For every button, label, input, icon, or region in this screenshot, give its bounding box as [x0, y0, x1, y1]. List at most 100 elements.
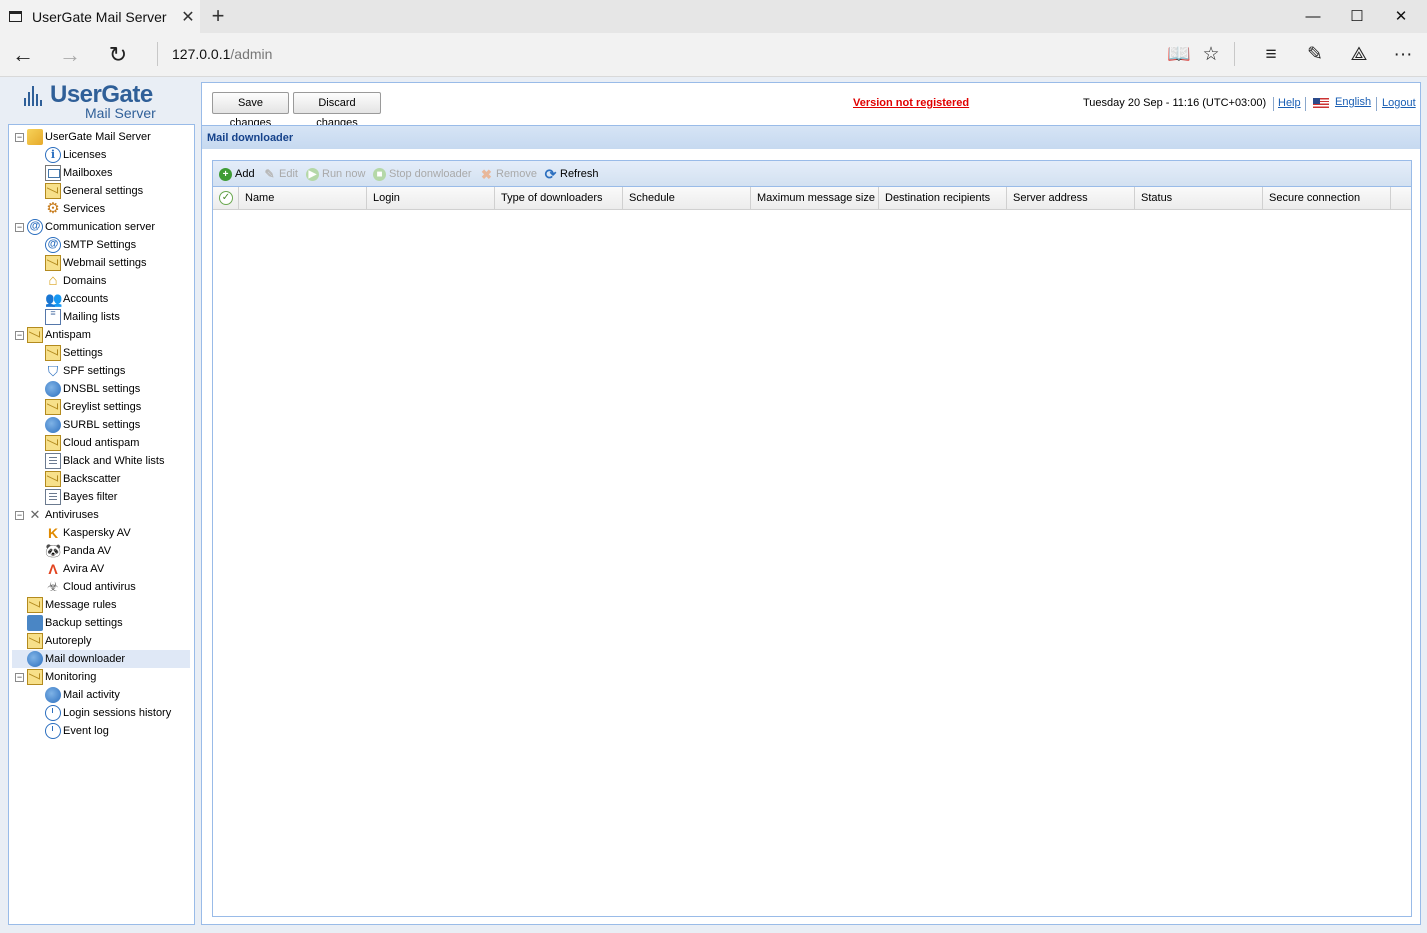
- hub-icon[interactable]: ≡: [1251, 33, 1291, 76]
- biohazard-icon: ☣: [47, 579, 59, 594]
- tree-item-mail-activity[interactable]: Mail activity: [45, 686, 120, 704]
- version-not-registered-link[interactable]: Version not registered: [853, 97, 969, 109]
- stop-downloader-button[interactable]: ■ Stop donwloader: [373, 165, 472, 183]
- close-tab-icon[interactable]: ✕: [176, 7, 200, 27]
- tree-item-mail-downloader[interactable]: Mail downloader: [12, 650, 190, 668]
- logo-subtitle: Mail Server: [85, 105, 156, 121]
- save-changes-button[interactable]: Save changes: [212, 92, 289, 129]
- column-header[interactable]: Maximum message size: [751, 187, 879, 209]
- grid-toolbar: + Add ✎ Edit ▶ Run now ■ Stop donwloader…: [213, 161, 1411, 187]
- navigation-tree: − UserGate Mail Server i Licenses Mailboxes G…: [8, 124, 195, 925]
- expand-toggle-icon[interactable]: −: [15, 330, 24, 340]
- tree-item-usergate-mail-server[interactable]: − UserGate Mail Server: [15, 128, 151, 146]
- tree-item-services[interactable]: ⚙ Services: [45, 200, 105, 218]
- select-all-checkbox[interactable]: ✓: [219, 191, 233, 205]
- list-icon: ≡: [45, 309, 61, 325]
- expand-toggle-icon[interactable]: −: [15, 132, 24, 142]
- tree-item-settings[interactable]: Settings: [45, 344, 103, 362]
- panel-title: Mail downloader: [207, 132, 294, 144]
- envelope-icon: [45, 399, 61, 415]
- divider: [1376, 97, 1377, 111]
- tree-item-autoreply[interactable]: Autoreply: [15, 632, 91, 650]
- tree-item-mailing-lists[interactable]: ≡ Mailing lists: [45, 308, 120, 326]
- run-now-button[interactable]: ▶ Run now: [306, 165, 365, 183]
- tree-item-backscatter[interactable]: Backscatter: [45, 470, 120, 488]
- tree-item-label: Monitoring: [45, 671, 97, 683]
- share-icon[interactable]: ⟁: [1339, 33, 1379, 76]
- remove-label: Remove: [496, 168, 537, 180]
- column-header[interactable]: Schedule: [623, 187, 751, 209]
- add-button[interactable]: + Add: [219, 165, 255, 183]
- more-icon[interactable]: ···: [1383, 33, 1423, 76]
- play-icon: ▶: [306, 167, 319, 181]
- favorite-star-icon[interactable]: ☆: [1191, 33, 1231, 76]
- column-header[interactable]: Secure connection: [1263, 187, 1391, 209]
- refresh-grid-button[interactable]: ⟳ Refresh: [544, 165, 599, 183]
- language-link[interactable]: English: [1335, 96, 1371, 108]
- tree-item-backup-settings[interactable]: Backup settings: [15, 614, 123, 632]
- tree-item-avira-av[interactable]: Λ Avira AV: [45, 560, 104, 578]
- expand-toggle-icon[interactable]: −: [15, 222, 24, 232]
- back-button[interactable]: ←: [0, 33, 46, 76]
- tree-item-cloud-antivirus[interactable]: ☣ Cloud antivirus: [45, 578, 136, 596]
- tree-item-message-rules[interactable]: Message rules: [15, 596, 117, 614]
- tree-item-label: Mailboxes: [63, 167, 113, 179]
- column-header[interactable]: Status: [1135, 187, 1263, 209]
- avira-icon: Λ: [48, 561, 58, 577]
- envelope-icon: [45, 435, 61, 451]
- remove-x-icon: ✖: [481, 166, 492, 182]
- help-link[interactable]: Help: [1278, 97, 1301, 109]
- expand-toggle-icon[interactable]: −: [15, 510, 24, 520]
- refresh-button[interactable]: ↻: [95, 33, 141, 76]
- web-note-icon[interactable]: ✎: [1295, 33, 1335, 76]
- run-now-label: Run now: [322, 168, 366, 180]
- tree-item-panda-av[interactable]: 🐼 Panda AV: [45, 542, 111, 560]
- tree-item-communication-server[interactable]: − @ Communication server: [15, 218, 155, 236]
- forward-button[interactable]: →: [47, 33, 93, 76]
- expand-toggle-icon[interactable]: −: [15, 672, 24, 682]
- tree-item-greylist-settings[interactable]: Greylist settings: [45, 398, 141, 416]
- discard-changes-button[interactable]: Discard changes: [293, 92, 381, 129]
- tree-item-login-sessions-history[interactable]: Login sessions history: [45, 704, 171, 722]
- column-header[interactable]: Destination recipients: [879, 187, 1007, 209]
- remove-button[interactable]: ✖ Remove: [480, 165, 537, 183]
- column-header[interactable]: Server address: [1007, 187, 1135, 209]
- tree-item-mailboxes[interactable]: Mailboxes: [45, 164, 113, 182]
- tree-item-bayes-filter[interactable]: Bayes filter: [45, 488, 117, 506]
- tree-item-black-and-white-lists[interactable]: Black and White lists: [45, 452, 164, 470]
- tree-item-webmail-settings[interactable]: Webmail settings: [45, 254, 147, 272]
- tree-item-label: Webmail settings: [63, 257, 147, 269]
- new-tab-button[interactable]: +: [205, 2, 231, 30]
- tree-item-kaspersky-av[interactable]: K Kaspersky AV: [45, 524, 131, 542]
- tree-item-cloud-antispam[interactable]: Cloud antispam: [45, 434, 139, 452]
- tree-item-label: Mail downloader: [45, 653, 126, 665]
- panda-icon: 🐼: [45, 543, 62, 558]
- minimize-button[interactable]: —: [1290, 0, 1336, 33]
- browser-tab[interactable]: UserGate Mail Server ✕: [0, 0, 200, 33]
- tree-item-surbl-settings[interactable]: SURBL settings: [45, 416, 140, 434]
- tree-item-label: SMTP Settings: [63, 239, 137, 251]
- url-field[interactable]: 127.0.0.1/admin: [172, 46, 272, 62]
- tree-item-domains[interactable]: ⌂ Domains: [45, 272, 106, 290]
- column-header[interactable]: Name: [239, 187, 367, 209]
- tree-item-monitoring[interactable]: − Monitoring: [15, 668, 96, 686]
- close-window-button[interactable]: ✕: [1378, 0, 1424, 33]
- tree-item-label: Greylist settings: [63, 401, 142, 413]
- column-header[interactable]: Login: [367, 187, 495, 209]
- tree-item-smtp-settings[interactable]: @ SMTP Settings: [45, 236, 136, 254]
- tree-item-spf-settings[interactable]: ⛉ SPF settings: [45, 362, 126, 380]
- envelope-icon: [45, 255, 61, 271]
- tree-item-general-settings[interactable]: General settings: [45, 182, 143, 200]
- tree-item-antispam[interactable]: − Antispam: [15, 326, 91, 344]
- tree-item-label: Mail activity: [63, 689, 120, 701]
- logout-link[interactable]: Logout: [1382, 97, 1416, 109]
- maximize-button[interactable]: ☐: [1334, 0, 1380, 33]
- datetime-display: Tuesday 20 Sep - 11:16 (UTC+03:00): [1083, 97, 1267, 109]
- tree-item-licenses[interactable]: i Licenses: [45, 146, 106, 164]
- edit-button[interactable]: ✎ Edit: [263, 165, 298, 183]
- tree-item-event-log[interactable]: Event log: [45, 722, 109, 740]
- tree-item-antiviruses[interactable]: − ✕ Antiviruses: [15, 506, 99, 524]
- tree-item-dnsbl-settings[interactable]: DNSBL settings: [45, 380, 140, 398]
- column-header[interactable]: Type of downloaders: [495, 187, 623, 209]
- tree-item-accounts[interactable]: 👥 Accounts: [45, 290, 108, 308]
